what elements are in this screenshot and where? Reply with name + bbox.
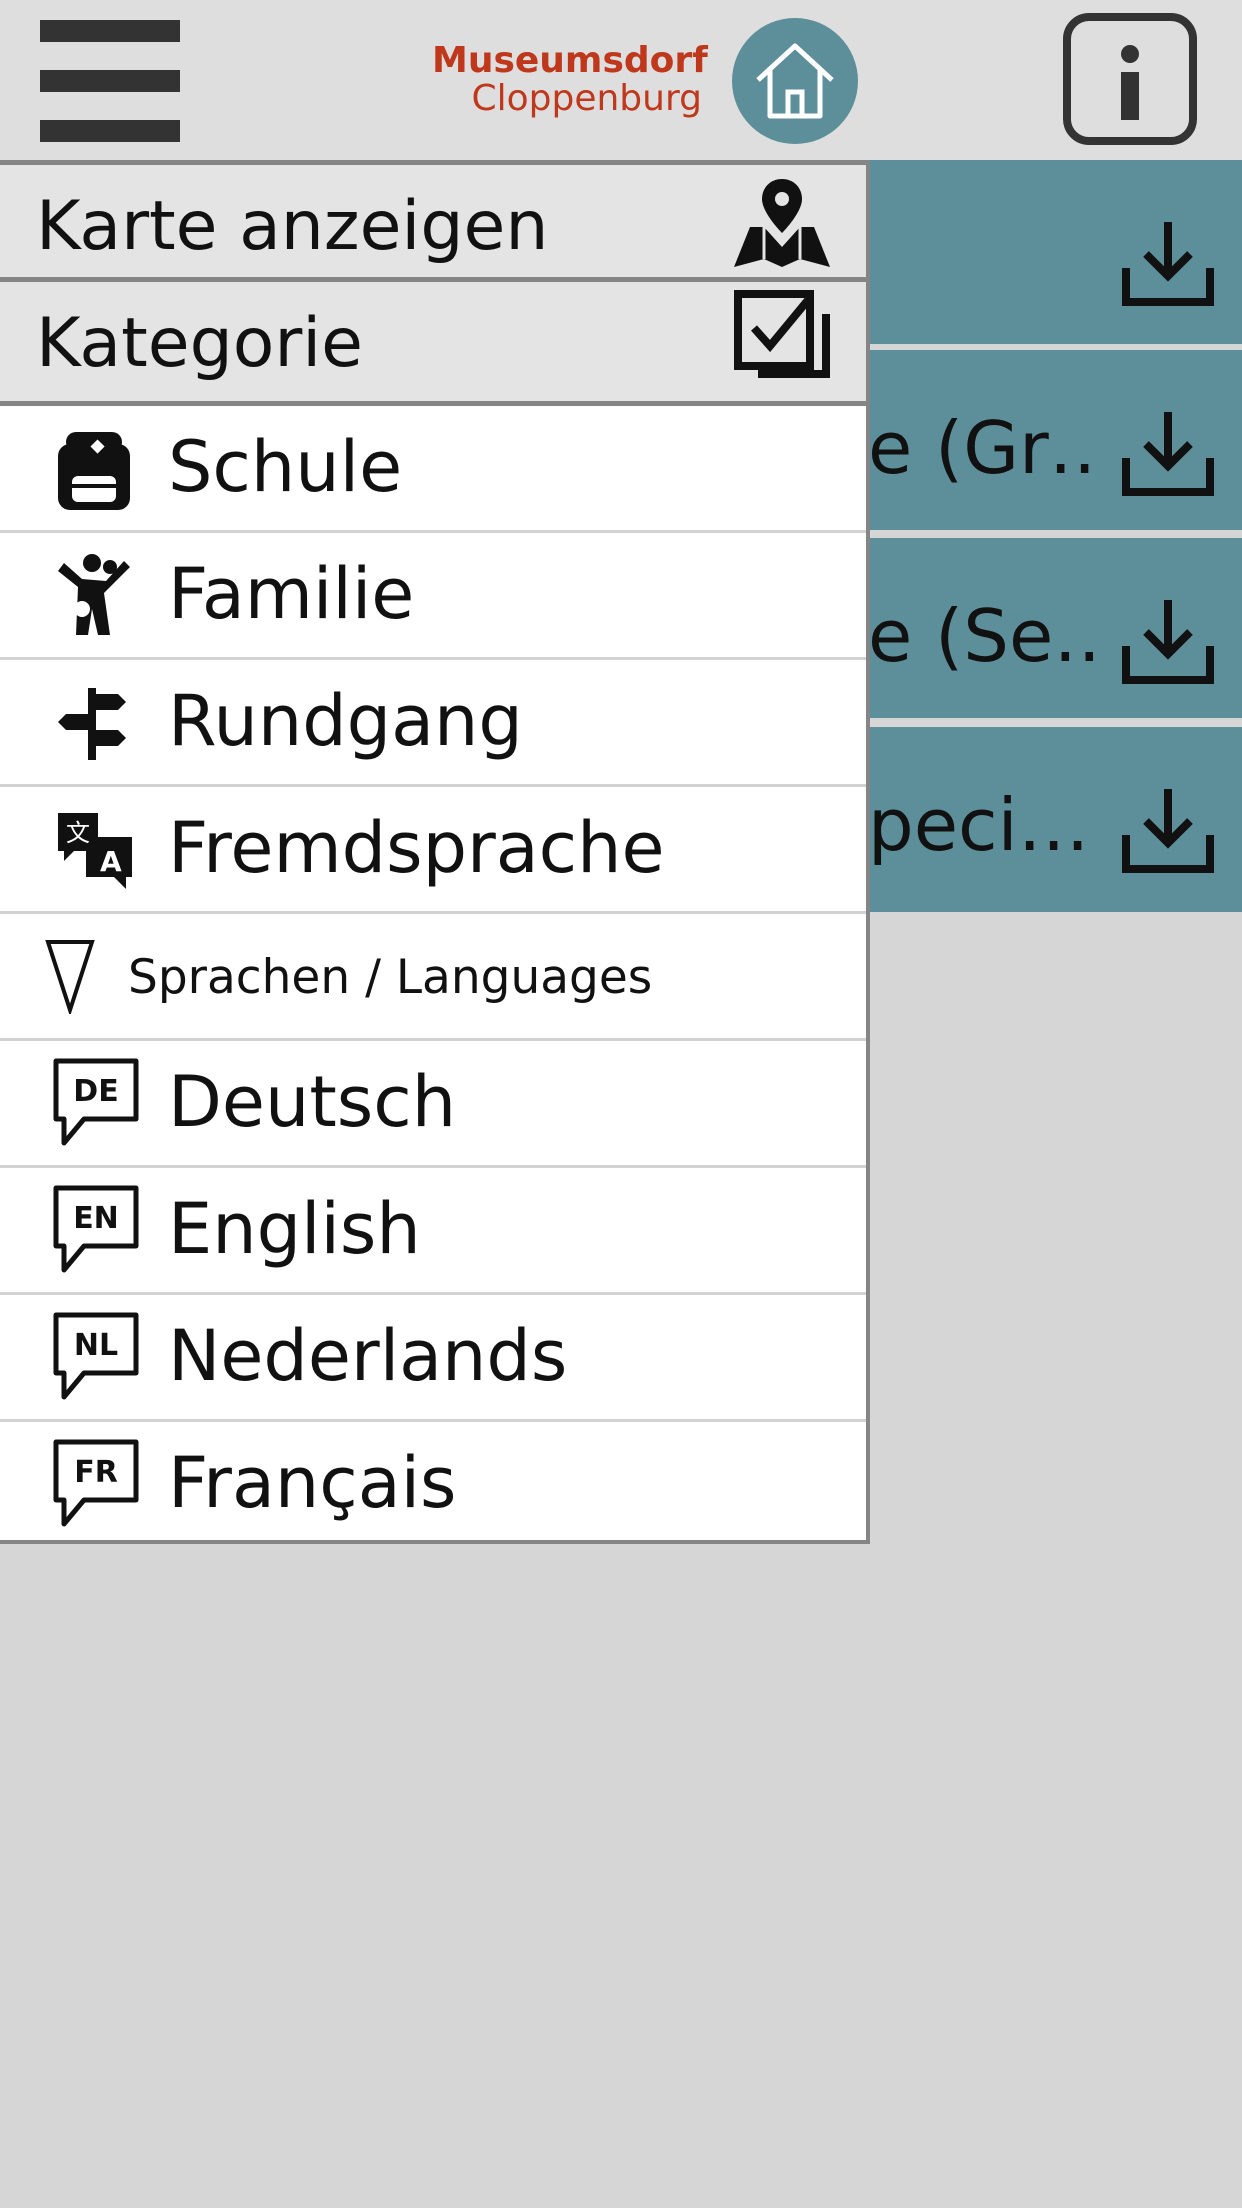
info-icon <box>1063 13 1197 145</box>
navigation-drawer: Karte anzeigen Kategorie Schule Familie … <box>0 160 870 1544</box>
home-icon <box>756 43 834 119</box>
family-icon <box>58 554 130 635</box>
speech-bubble-fr-icon: FR <box>53 1439 139 1527</box>
app-logo[interactable]: Museumsdorf Cloppenburg <box>432 18 862 144</box>
category-label: Familie <box>168 553 415 635</box>
language-label: Français <box>168 1442 457 1524</box>
download-icon[interactable] <box>1120 218 1216 308</box>
signpost-icon <box>58 688 126 760</box>
category-item-fremdsprache[interactable]: 文 A Fremdsprache <box>0 787 866 914</box>
category-label: Schule <box>168 426 403 508</box>
list-item-title: e (Gr… <box>868 406 1098 490</box>
svg-text:EN: EN <box>73 1201 119 1236</box>
download-icon[interactable] <box>1120 408 1216 498</box>
language-label: English <box>168 1188 421 1270</box>
list-item[interactable]: peci… <box>868 727 1242 912</box>
logo-text: Museumsdorf Cloppenburg <box>432 40 708 119</box>
language-item-nederlands[interactable]: NL Nederlands <box>0 1295 866 1422</box>
svg-text:NL: NL <box>74 1328 118 1363</box>
map-pin-icon <box>734 179 830 267</box>
list-item[interactable]: e (Gr… <box>868 350 1242 530</box>
category-label: Rundgang <box>168 680 523 762</box>
triangle-down-icon <box>45 940 95 1014</box>
logo-line1: Museumsdorf <box>432 40 708 81</box>
checkbox-stack-icon <box>734 290 830 378</box>
list-item[interactable]: e (Se… <box>868 538 1242 718</box>
language-item-deutsch[interactable]: DE Deutsch <box>0 1041 866 1168</box>
language-label: Nederlands <box>168 1315 568 1397</box>
logo-line2: Cloppenburg <box>471 78 702 119</box>
speech-bubble-en-icon: EN <box>53 1185 139 1273</box>
language-label: Deutsch <box>168 1061 457 1143</box>
category-menu-label: Kategorie <box>36 304 364 383</box>
speech-bubble-de-icon: DE <box>53 1058 139 1146</box>
hamburger-icon[interactable] <box>40 20 180 142</box>
category-item-rundgang[interactable]: Rundgang <box>0 660 866 787</box>
category-menu-item[interactable]: Kategorie <box>0 282 866 406</box>
info-button[interactable] <box>1062 12 1198 146</box>
svg-text:A: A <box>100 845 122 878</box>
language-item-francais[interactable]: FR Français <box>0 1422 866 1540</box>
language-item-english[interactable]: EN English <box>0 1168 866 1295</box>
speech-bubble-nl-icon: NL <box>53 1312 139 1400</box>
svg-text:DE: DE <box>73 1074 118 1109</box>
svg-text:FR: FR <box>74 1455 118 1490</box>
svg-text:文: 文 <box>66 819 90 847</box>
languages-section-label: Sprachen / Languages <box>128 950 653 1005</box>
languages-section-header[interactable]: Sprachen / Languages <box>0 914 866 1041</box>
download-icon[interactable] <box>1120 785 1216 875</box>
category-label: Fremdsprache <box>168 807 665 889</box>
map-menu-item[interactable]: Karte anzeigen <box>0 160 866 282</box>
list-item[interactable] <box>868 160 1242 344</box>
download-icon[interactable] <box>1120 596 1216 686</box>
map-menu-label: Karte anzeigen <box>36 187 549 266</box>
home-button[interactable] <box>732 18 858 144</box>
category-item-familie[interactable]: Familie <box>0 533 866 660</box>
list-item-title: e (Se… <box>868 594 1098 678</box>
backpack-icon <box>58 432 130 510</box>
list-item-title: peci… <box>868 783 1090 867</box>
translate-icon: 文 A <box>58 813 132 889</box>
category-item-schule[interactable]: Schule <box>0 406 866 533</box>
app-header: Museumsdorf Cloppenburg <box>0 0 1242 160</box>
